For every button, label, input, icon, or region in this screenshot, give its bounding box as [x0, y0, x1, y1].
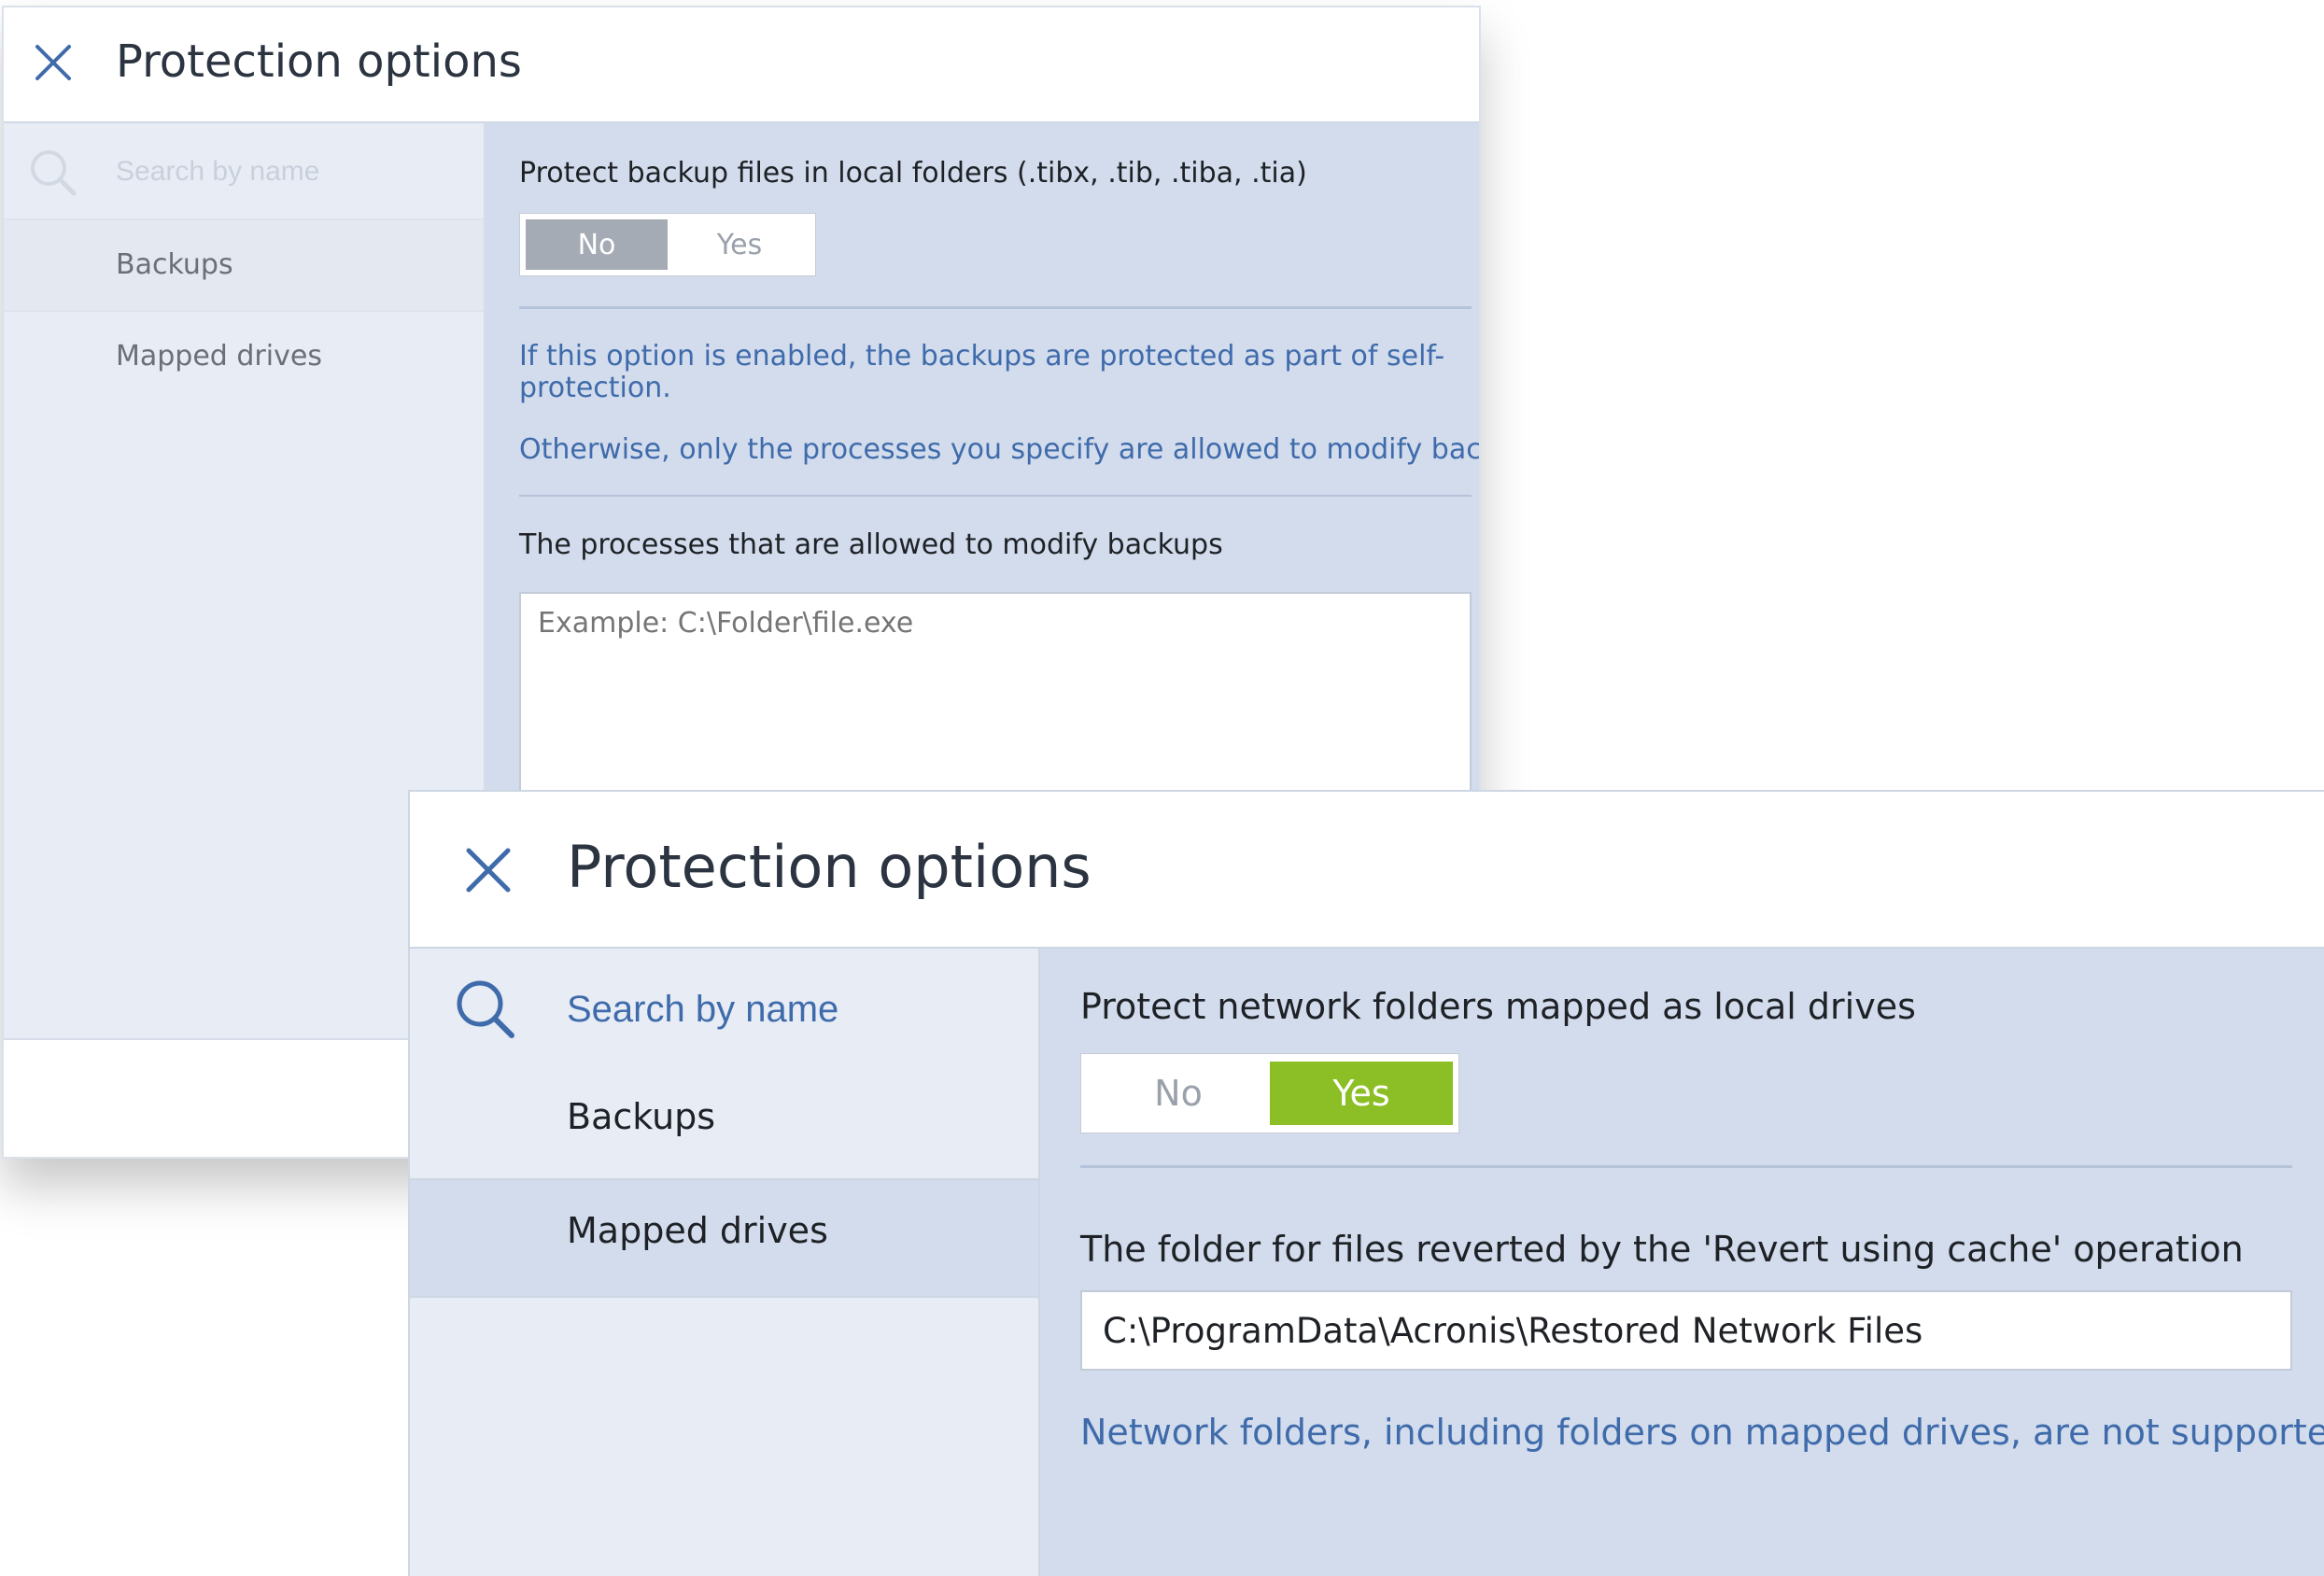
divider [1080, 1165, 2292, 1168]
sidebar-item-backups[interactable]: Backups [4, 220, 484, 312]
dialog-title: Protection options [567, 833, 1092, 901]
options-sidebar: Backups Mapped drives [410, 949, 1040, 1576]
revert-folder-input[interactable] [1080, 1290, 2292, 1371]
option-label: Protect backup files in local folders (.… [519, 157, 1307, 190]
sidebar-item-mapped-drives[interactable]: Mapped drives [4, 312, 484, 403]
sidebar-item-mapped-drives[interactable]: Mapped drives [410, 1180, 1038, 1298]
processes-textarea[interactable] [519, 592, 1472, 816]
note-text: Network folders, including folders on ma… [1080, 1412, 2324, 1453]
protection-options-dialog-front: Protection options Backups Mapped drives… [408, 790, 2324, 1576]
search-box [410, 949, 1038, 1066]
toggle-yes-option[interactable]: Yes [1270, 1062, 1453, 1125]
options-content: Protect network folders mapped as local … [1040, 949, 2324, 1576]
info-text: If this option is enabled, the backups a… [519, 340, 1445, 373]
close-icon[interactable] [32, 41, 75, 84]
dialog-title: Protection options [116, 35, 522, 88]
search-input[interactable] [567, 984, 1015, 1034]
sidebar-item-label: Mapped drives [567, 1210, 828, 1251]
protect-network-folders-toggle[interactable]: No Yes [1080, 1053, 1459, 1133]
folder-label: The folder for files reverted by the 'Re… [1080, 1229, 2244, 1270]
option-label: Protect network folders mapped as local … [1080, 986, 1916, 1027]
search-box [4, 123, 484, 220]
divider [519, 306, 1472, 309]
search-icon [453, 977, 518, 1042]
info-text: Otherwise, only the processes you specif… [519, 433, 1481, 466]
processes-label: The processes that are allowed to modify… [519, 528, 1223, 561]
search-input[interactable] [116, 151, 471, 192]
info-text: protection. [519, 372, 671, 404]
divider [519, 495, 1472, 497]
close-icon[interactable] [461, 843, 515, 897]
toggle-no-option[interactable]: No [526, 219, 668, 270]
dialog-header: Protection options [410, 792, 2324, 949]
protect-backups-toggle[interactable]: No Yes [519, 213, 816, 276]
search-icon [27, 147, 79, 199]
dialog-header: Protection options [4, 7, 1479, 123]
toggle-yes-option[interactable]: Yes [668, 219, 811, 270]
toggle-no-option[interactable]: No [1087, 1062, 1270, 1125]
sidebar-item-backups[interactable]: Backups [410, 1066, 1038, 1180]
sidebar-item-label: Mapped drives [116, 340, 322, 373]
sidebar-item-label: Backups [567, 1096, 716, 1137]
sidebar-item-label: Backups [116, 248, 233, 281]
